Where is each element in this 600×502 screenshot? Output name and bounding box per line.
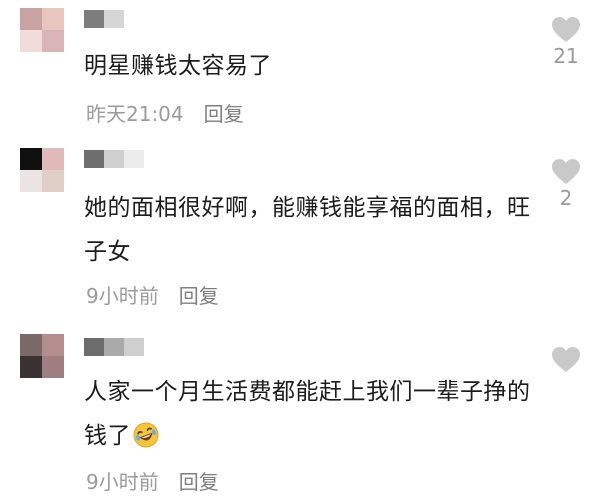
username-pixel xyxy=(124,338,144,356)
avatar-pixel xyxy=(20,356,42,378)
username-pixel xyxy=(84,338,104,356)
comment-text: 人家一个月生活费都能赶上我们一辈子挣的钱了 xyxy=(84,370,534,458)
username-pixel xyxy=(124,150,144,168)
avatar-pixel xyxy=(20,8,42,30)
comment-text: 明星赚钱太容易了 xyxy=(84,44,534,88)
avatar-pixel xyxy=(42,148,64,170)
username-blurred[interactable] xyxy=(84,338,144,356)
avatar-pixel xyxy=(20,30,42,52)
username-pixel xyxy=(104,338,124,356)
timestamp: 9小时前 xyxy=(86,470,159,494)
like-button[interactable]: 2 xyxy=(548,158,584,209)
comment-list: 明星赚钱太容易了 昨天21:04 回复 21 她的面相很好啊，能赚钱能享福的面相… xyxy=(0,0,600,502)
reply-button[interactable]: 回复 xyxy=(179,466,219,495)
timestamp: 9小时前 xyxy=(86,284,159,308)
heart-icon xyxy=(552,17,580,42)
username-pixel xyxy=(104,10,124,28)
avatar-pixel xyxy=(42,170,64,192)
comment-text: 她的面相很好啊，能赚钱能享福的面相，旺子女 xyxy=(84,186,534,274)
username-blurred[interactable] xyxy=(84,10,124,28)
avatar-pixel xyxy=(42,30,64,52)
timestamp: 昨天21:04 xyxy=(86,102,184,126)
username-pixel xyxy=(104,150,124,168)
reply-button[interactable]: 回复 xyxy=(204,98,244,127)
like-button[interactable]: 21 xyxy=(548,16,584,67)
like-button[interactable] xyxy=(548,346,584,375)
avatar[interactable] xyxy=(20,8,64,52)
username-pixel xyxy=(84,10,104,28)
avatar-pixel xyxy=(42,334,64,356)
avatar-pixel xyxy=(20,148,42,170)
comment-meta: 9小时前 回复 xyxy=(86,466,219,495)
heart-icon xyxy=(552,159,580,184)
avatar-pixel xyxy=(20,170,42,192)
avatar-pixel xyxy=(20,334,42,356)
avatar-pixel xyxy=(42,8,64,30)
comment-text-content: 明星赚钱太容易了 xyxy=(84,53,272,79)
username-blurred[interactable] xyxy=(84,150,144,168)
avatar[interactable] xyxy=(20,148,64,192)
rofl-emoji-icon xyxy=(133,422,159,448)
comment-meta: 昨天21:04 回复 xyxy=(86,98,244,127)
comment-meta: 9小时前 回复 xyxy=(86,280,219,309)
reply-button[interactable]: 回复 xyxy=(179,280,219,309)
username-pixel xyxy=(84,150,104,168)
heart-icon xyxy=(552,347,580,372)
avatar-pixel xyxy=(42,356,64,378)
avatar[interactable] xyxy=(20,334,64,378)
like-count: 2 xyxy=(559,186,573,210)
comment-text-content: 她的面相很好啊，能赚钱能享福的面相，旺子女 xyxy=(84,195,531,265)
like-count: 21 xyxy=(553,44,579,68)
